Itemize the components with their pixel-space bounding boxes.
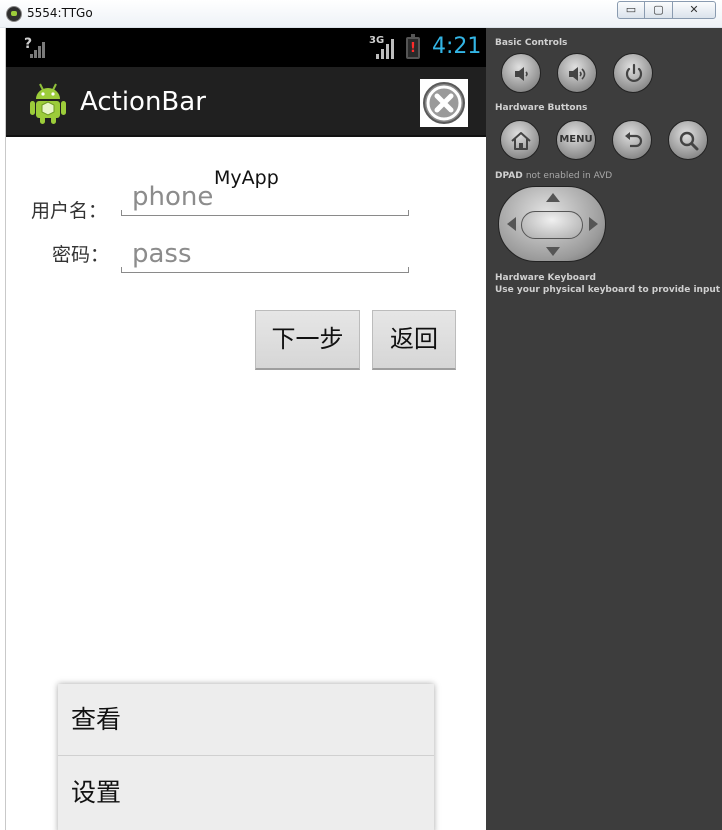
- username-label: 用户名：: [31, 200, 108, 222]
- close-window-button[interactable]: ✕: [672, 1, 716, 19]
- close-circle-icon[interactable]: [420, 79, 468, 127]
- volume-down-icon[interactable]: [501, 53, 541, 93]
- battery-icon: !: [406, 34, 420, 59]
- toast-message: MyApp: [214, 167, 279, 189]
- next-step-button[interactable]: 下一步: [255, 310, 360, 370]
- hardware-keyboard-title: Hardware Keyboard: [495, 273, 596, 283]
- signal-bars-icon: [30, 42, 45, 58]
- basic-controls-title: Basic Controls: [495, 38, 568, 48]
- power-icon[interactable]: [613, 53, 653, 93]
- home-icon[interactable]: [500, 120, 540, 160]
- hardware-buttons-title: Hardware Buttons: [495, 103, 588, 113]
- android-icon[interactable]: [28, 81, 68, 125]
- menu-button-label: MENU: [559, 134, 593, 145]
- password-label: 密码：: [52, 244, 110, 266]
- menu-item-settings[interactable]: 设置: [58, 757, 434, 829]
- action-bar-title: ActionBar: [80, 87, 206, 117]
- status-clock: 4:21: [432, 34, 482, 59]
- search-icon[interactable]: [668, 120, 708, 160]
- dpad-down-icon[interactable]: [546, 247, 560, 256]
- dpad-right-icon[interactable]: [589, 217, 598, 231]
- back-icon[interactable]: [612, 120, 652, 160]
- options-menu: 查看 设置: [58, 684, 434, 830]
- minimize-button[interactable]: ▭: [617, 1, 645, 19]
- battery-alert-mark: !: [410, 41, 416, 56]
- mobile-signal-icon: [376, 38, 396, 59]
- login-form: 用户名： MyApp 密码： 下一步 返回 查看 设置: [6, 139, 486, 830]
- dpad-control[interactable]: [498, 186, 606, 262]
- dpad-center-button[interactable]: [521, 211, 583, 239]
- volume-up-icon[interactable]: [557, 53, 597, 93]
- menu-button[interactable]: MENU: [556, 120, 596, 160]
- password-field[interactable]: [121, 239, 409, 273]
- hardware-keyboard-info: Hardware Keyboard Use your physical keyb…: [495, 272, 720, 296]
- maximize-button[interactable]: ▢: [645, 1, 672, 19]
- action-bar: ActionBar: [6, 67, 486, 137]
- dpad-left-icon[interactable]: [507, 217, 516, 231]
- emulator-controls-panel: Basic Controls Hardware Buttons MENU DPA…: [486, 28, 722, 830]
- dpad-label: DPAD: [495, 171, 523, 181]
- emulator-app-icon: [6, 6, 22, 22]
- dpad-title: DPAD not enabled in AVD: [495, 171, 612, 181]
- device-screen: ? 3G ! 4:21 ActionBar 用户名： phone MyApp 密…: [5, 28, 486, 830]
- back-button[interactable]: 返回: [372, 310, 456, 370]
- dpad-note: not enabled in AVD: [525, 171, 613, 181]
- menu-item-view[interactable]: 查看: [58, 684, 434, 756]
- hardware-keyboard-note: Use your physical keyboard to provide in…: [495, 285, 721, 295]
- dpad-up-icon[interactable]: [546, 193, 560, 202]
- window-titlebar: 5554:TTGo ▭ ▢ ✕: [0, 0, 722, 28]
- status-bar: ? 3G ! 4:21: [6, 28, 486, 67]
- password-input[interactable]: [132, 239, 402, 269]
- window-title: 5554:TTGo: [27, 6, 93, 20]
